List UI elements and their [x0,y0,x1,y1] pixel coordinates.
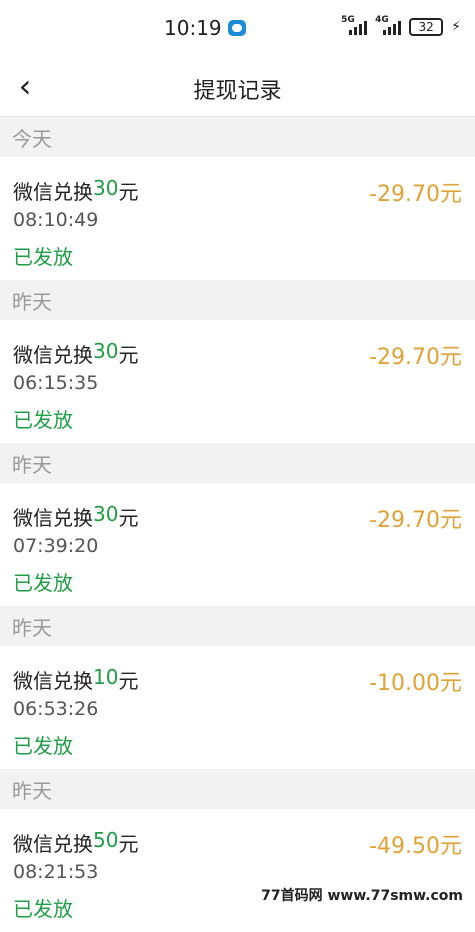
battery-level: 32 [418,20,434,34]
record-amount: -29.70元 [369,182,462,207]
record-title-amount: 30 [93,502,119,526]
page-title: 提现记录 [193,79,282,104]
withdrawal-record-list: 今天 微信兑换 30 元 08:10:49 已发放 -29.70元 昨天 微信兑换 30 元 06:1… [0,117,475,932]
record-title-unit: 元 [118,669,139,693]
section-header: 今天 [0,117,475,157]
record-title-prefix: 微信兑换 [13,669,93,693]
record-title-unit: 元 [118,832,139,856]
status-time-group: 10:19 [164,16,246,40]
record-status: 已发放 [13,571,73,595]
section-header: 昨天 [0,280,475,320]
record-amount: -10.00元 [369,671,462,696]
signal-4g-icon: 4G [375,15,402,35]
record-time: 06:53:26 [13,698,99,720]
record-row[interactable]: 微信兑换 10 元 06:53:26 已发放 -10.00元 [0,646,475,769]
record-title-prefix: 微信兑换 [13,180,93,204]
record-title: 微信兑换 30 元 [13,176,138,205]
section-header: 昨天 [0,443,475,483]
record-time: 07:39:20 [13,535,99,557]
record-time: 06:15:35 [13,372,99,394]
record-row[interactable]: 微信兑换 50 元 08:21:53 已发放 -49.50元 [0,809,475,932]
record-amount: -29.70元 [369,345,462,370]
record-title-prefix: 微信兑换 [13,506,93,530]
status-bar: 10:19 5G 4G 32 ⚡ [0,0,475,56]
record-title-amount: 10 [93,665,119,689]
status-indicators: 5G 4G 32 ⚡ [341,15,461,36]
nav-bar: ‹ 提现记录 [0,56,475,117]
record-title-unit: 元 [118,506,139,530]
battery-icon: 32 [409,18,444,36]
record-status: 已发放 [13,734,73,758]
record-row[interactable]: 微信兑换 30 元 07:39:20 已发放 -29.70元 [0,483,475,606]
record-title: 微信兑换 30 元 [13,339,138,368]
record-status: 已发放 [13,408,73,432]
record-title-prefix: 微信兑换 [13,343,93,367]
record-status: 已发放 [13,245,73,269]
record-title-amount: 50 [93,828,119,852]
signal-5g-icon: 5G [341,15,368,35]
record-title-unit: 元 [118,180,139,204]
record-title-prefix: 微信兑换 [13,832,93,856]
record-title: 微信兑换 50 元 [13,828,138,857]
record-title-unit: 元 [118,343,139,367]
record-amount: -29.70元 [369,508,462,533]
record-status: 已发放 [13,897,73,921]
chat-notification-icon [227,20,246,36]
record-time: 08:21:53 [13,861,99,883]
section-header: 昨天 [0,769,475,809]
record-title: 微信兑换 30 元 [13,502,138,531]
record-row[interactable]: 微信兑换 30 元 08:10:49 已发放 -29.70元 [0,157,475,280]
record-title: 微信兑换 10 元 [13,665,138,694]
record-row[interactable]: 微信兑换 30 元 06:15:35 已发放 -29.70元 [0,320,475,443]
record-time: 08:10:49 [13,209,99,231]
record-title-amount: 30 [93,176,119,200]
record-title-amount: 30 [93,339,119,363]
record-amount: -49.50元 [369,834,462,859]
section-header: 昨天 [0,606,475,646]
clock: 10:19 [164,16,222,40]
watermark: 77首码网 www.77smw.com [257,883,467,907]
charging-icon: ⚡ [451,19,461,35]
